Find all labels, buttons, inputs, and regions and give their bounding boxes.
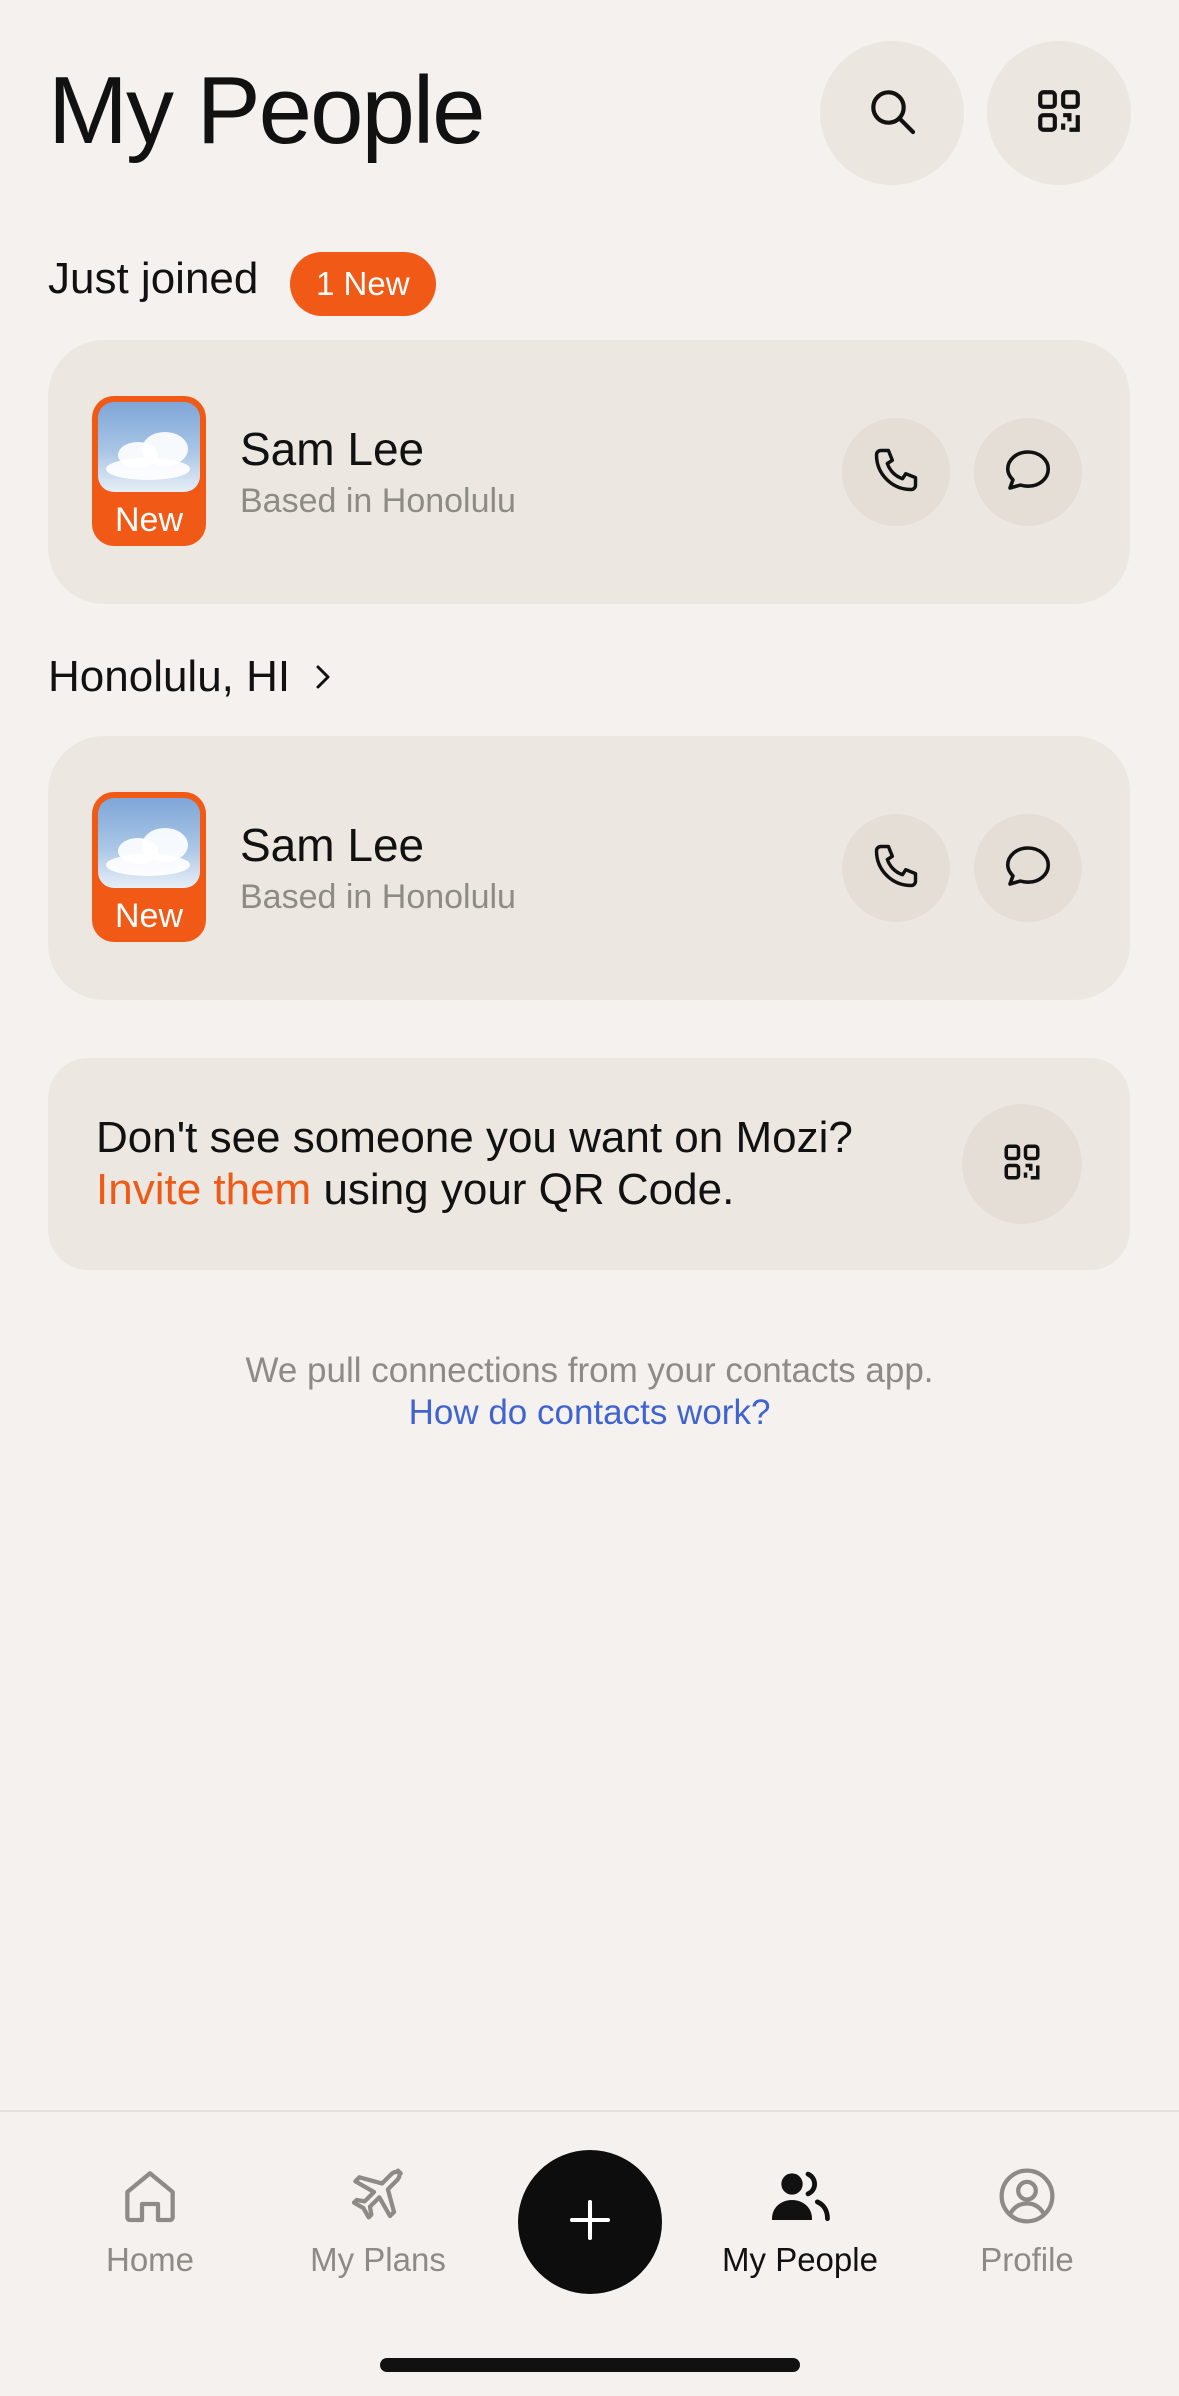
section-title-just-joined: Just joined	[48, 254, 259, 303]
chevron-right-icon	[308, 662, 338, 692]
people-icon	[768, 2164, 832, 2233]
new-count-badge: 1 New	[290, 252, 436, 316]
invite-card: Don't see someone you want on Mozi? Invi…	[48, 1058, 1130, 1270]
tab-profile[interactable]: Profile	[937, 2164, 1117, 2279]
person-location: Based in Honolulu	[240, 878, 516, 916]
call-button[interactable]	[842, 814, 950, 922]
tab-home[interactable]: Home	[60, 2164, 240, 2279]
tab-my-people-label: My People	[722, 2241, 878, 2278]
tab-my-plans-label: My Plans	[310, 2241, 446, 2278]
airplane-icon	[346, 2164, 410, 2233]
chat-bubble-icon	[1001, 443, 1055, 502]
tab-home-label: Home	[105, 2241, 195, 2278]
invite-prompt: Don't see someone you want on Mozi?	[96, 1113, 853, 1162]
plus-icon	[563, 2193, 617, 2252]
search-icon	[864, 83, 920, 144]
chat-bubble-icon	[1001, 839, 1055, 898]
person-name: Sam Lee	[240, 819, 425, 871]
contacts-footnote: We pull connections from your contacts a…	[0, 1350, 1179, 1434]
person-location: Based in Honolulu	[240, 482, 516, 520]
call-button[interactable]	[842, 418, 950, 526]
avatar-new-label: New	[114, 897, 184, 935]
invite-rest: using your QR Code.	[311, 1165, 735, 1214]
qr-code-button[interactable]	[987, 41, 1131, 185]
profile-icon	[995, 2164, 1059, 2233]
phone-icon	[870, 840, 922, 897]
invite-link[interactable]: Invite them	[96, 1165, 311, 1214]
invite-qr-button[interactable]	[962, 1104, 1082, 1224]
phone-icon	[870, 444, 922, 501]
person-card[interactable]: New Sam Lee Based in Honolulu	[48, 340, 1130, 604]
tab-my-plans[interactable]: My Plans	[288, 2164, 468, 2279]
qr-code-icon	[1034, 86, 1084, 141]
message-button[interactable]	[974, 814, 1082, 922]
footnote-text: We pull connections from your contacts a…	[245, 1351, 934, 1390]
section-title-label: Honolulu, HI	[48, 652, 291, 701]
section-title-honolulu[interactable]: Honolulu, HI	[48, 652, 338, 702]
tab-my-people[interactable]: My People	[710, 2164, 890, 2279]
tab-profile-label: Profile	[980, 2241, 1074, 2278]
avatar: New	[92, 792, 206, 942]
invite-text: Don't see someone you want on Mozi? Invi…	[96, 1112, 956, 1216]
home-icon	[118, 2164, 182, 2233]
avatar-new-label: New	[114, 501, 184, 539]
how-contacts-work-link[interactable]: How do contacts work?	[0, 1392, 1179, 1434]
page-title: My People	[48, 57, 486, 164]
tab-bar: Home My Plans My People Profile	[0, 2110, 1179, 2396]
search-button[interactable]	[820, 41, 964, 185]
person-card[interactable]: New Sam Lee Based in Honolulu	[48, 736, 1130, 1000]
person-name: Sam Lee	[240, 423, 425, 475]
avatar: New	[92, 396, 206, 546]
home-indicator	[380, 2358, 800, 2372]
add-button[interactable]	[518, 2150, 662, 2294]
qr-code-icon	[1001, 1141, 1043, 1188]
message-button[interactable]	[974, 418, 1082, 526]
